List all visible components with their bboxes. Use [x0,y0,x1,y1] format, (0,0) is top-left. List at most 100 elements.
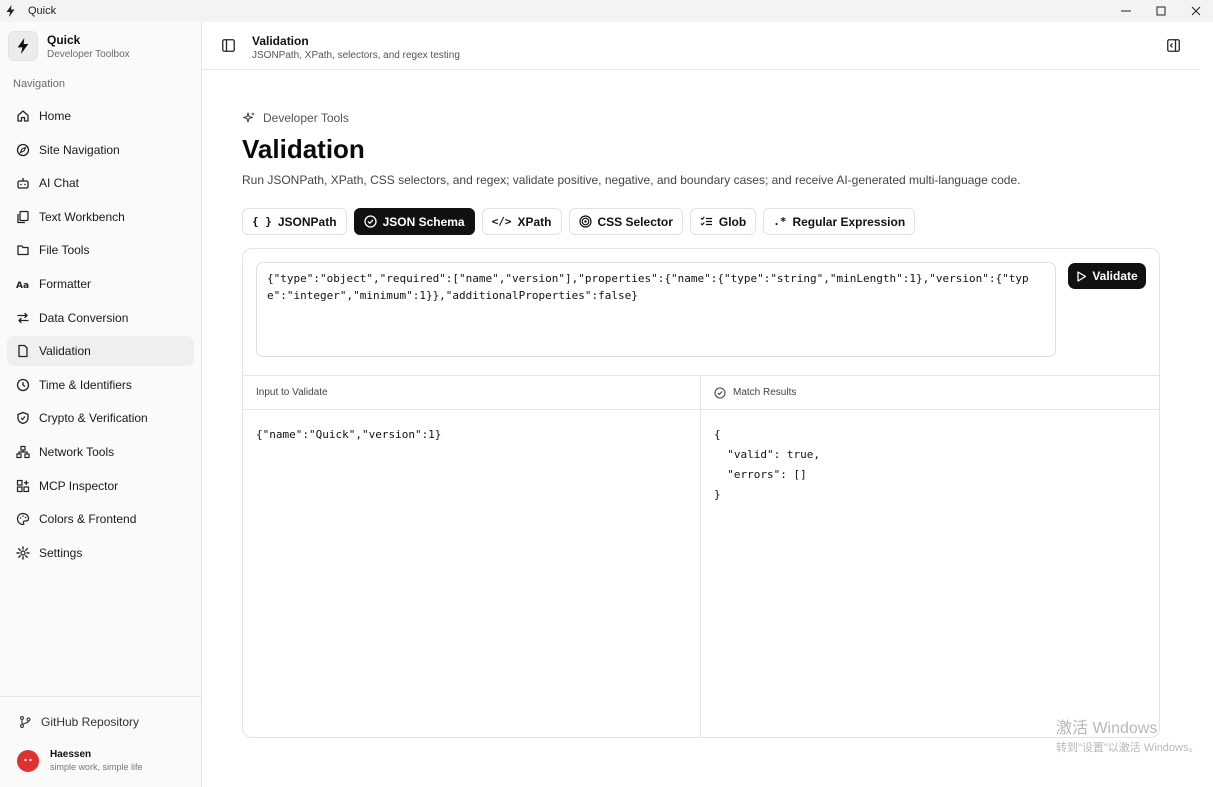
sidebar-item-mcp-inspector[interactable]: MCP Inspector [7,471,194,501]
tab-regular-expression[interactable]: .* Regular Expression [763,208,916,235]
code-icon: </> [491,215,512,228]
sidebar-item-label: Time & Identifiers [39,377,132,392]
github-link[interactable]: GitHub Repository [18,715,139,729]
sidebar-item-validation[interactable]: Validation [7,336,194,367]
brand[interactable]: Quick Developer Toolbox [8,31,130,61]
list-checks-icon [700,215,713,228]
tab-jsonpath[interactable]: { } JSONPath [242,208,347,235]
git-branch-icon [19,715,31,729]
tab-xpath[interactable]: </> XPath [481,208,562,235]
sidebar-item-crypto-verification[interactable]: Crypto & Verification [7,403,194,433]
home-icon [16,109,30,123]
sidebar-item-label: Colors & Frontend [39,512,137,527]
sidebar-item-label: Formatter [39,276,92,291]
network-icon [16,445,30,459]
sidebar-footer: GitHub Repository Haessen simple work, s… [0,696,201,787]
tab-label: JSONPath [277,214,337,229]
panel-right-icon [1167,39,1180,52]
avatar [17,749,39,772]
window-title: Quick [28,5,57,17]
sidebar-item-file-tools[interactable]: File Tools [7,235,194,265]
sidebar: Quick Developer Toolbox Navigation Home … [0,22,202,787]
sidebar-item-label: Home [39,109,72,123]
sidebar-toggle-button[interactable] [222,39,235,55]
sidebar-item-label: Network Tools [39,444,115,459]
sidebar-item-label: Validation [39,344,91,359]
results-pane-header: Match Results [701,376,1159,410]
svg-text:Aa: Aa [16,281,29,291]
kicker: Developer Tools [242,111,349,125]
sparkles-icon [242,112,255,123]
lightning-icon [8,31,38,61]
windows-activation-watermark: 激活 Windows 转到"设置"以激活 Windows。 [1056,714,1200,755]
play-icon [1077,270,1087,282]
main-content: Developer Tools Validation Run JSONPath,… [202,70,1213,787]
tab-json-schema[interactable]: JSON Schema [353,208,475,235]
input-editor[interactable]: {"name":"Quick","version":1} [243,410,700,460]
header-title: Validation [252,34,309,48]
close-window-button[interactable] [1178,0,1213,22]
gear-icon [16,546,30,560]
mcp-icon [16,479,30,493]
minimize-icon [1120,10,1131,12]
bot-icon [16,176,30,190]
check-circle-icon [363,215,377,228]
watermark-subtitle: 转到"设置"以激活 Windows。 [1056,742,1200,754]
title-bar: Quick [0,0,1213,22]
close-icon [1191,6,1200,16]
results-pane: Match Results { "valid": true, "errors":… [701,376,1159,737]
tab-label: Regular Expression [792,214,906,229]
maximize-button[interactable] [1143,0,1178,22]
arrows-icon [16,311,30,325]
folder-icon [16,243,30,257]
maximize-icon [1156,6,1165,16]
tab-glob[interactable]: Glob [689,208,757,235]
regex-icon: .* [773,215,787,228]
tab-label: JSON Schema [382,214,465,229]
tab-label: CSS Selector [597,214,673,229]
right-panel-toggle-button[interactable] [1167,39,1180,55]
sidebar-item-network-tools[interactable]: Network Tools [7,437,194,467]
sidebar-item-label: MCP Inspector [39,478,119,493]
sidebar-item-label: Text Workbench [39,209,125,224]
page-header: Validation JSONPath, XPath, selectors, a… [202,22,1200,70]
sidebar-item-label: Settings [39,545,83,560]
lightning-icon [6,5,20,17]
sidebar-item-label: AI Chat [39,176,80,191]
palette-icon [16,512,30,526]
sidebar-item-ai-chat[interactable]: AI Chat [7,168,194,198]
validate-label: Validate [1092,269,1138,283]
target-icon [578,215,592,228]
file-check-icon [16,344,30,358]
sidebar-item-formatter[interactable]: Aa Formatter [7,269,194,299]
tab-css-selector[interactable]: CSS Selector [568,208,683,235]
check-circle-icon [714,386,726,399]
sidebar-item-time-identifiers[interactable]: Time & Identifiers [7,370,194,400]
validate-button[interactable]: Validate [1068,263,1146,289]
sidebar-item-data-conversion[interactable]: Data Conversion [7,303,194,333]
sidebar-item-text-workbench[interactable]: Text Workbench [7,202,194,232]
sidebar-item-label: File Tools [39,243,90,258]
user-tagline: simple work, simple life [50,762,143,772]
validation-card: {"type":"object","required":["name","ver… [242,248,1160,738]
github-label: GitHub Repository [41,715,140,729]
results-pane-title: Match Results [733,387,797,398]
page-title: Validation [242,134,365,164]
minimize-button[interactable] [1108,0,1143,22]
type-icon: Aa [16,277,30,291]
panel-left-icon [222,39,235,52]
watermark-title: 激活 Windows [1056,720,1158,737]
sidebar-item-site-navigation[interactable]: Site Navigation [7,135,194,165]
sidebar-item-colors-frontend[interactable]: Colors & Frontend [7,504,194,534]
sidebar-item-label: Data Conversion [39,310,129,325]
clock-icon [16,378,30,392]
header-subtitle: JSONPath, XPath, selectors, and regex te… [252,50,460,61]
schema-input[interactable]: {"type":"object","required":["name","ver… [256,262,1056,357]
kicker-label: Developer Tools [263,111,349,125]
brand-subtitle: Developer Toolbox [47,48,130,60]
sidebar-item-settings[interactable]: Settings [7,538,194,568]
brand-name: Quick [47,32,81,47]
user-profile[interactable]: Haessen simple work, simple life [17,749,143,772]
sidebar-item-home[interactable]: Home [7,101,194,131]
files-icon [16,210,30,224]
